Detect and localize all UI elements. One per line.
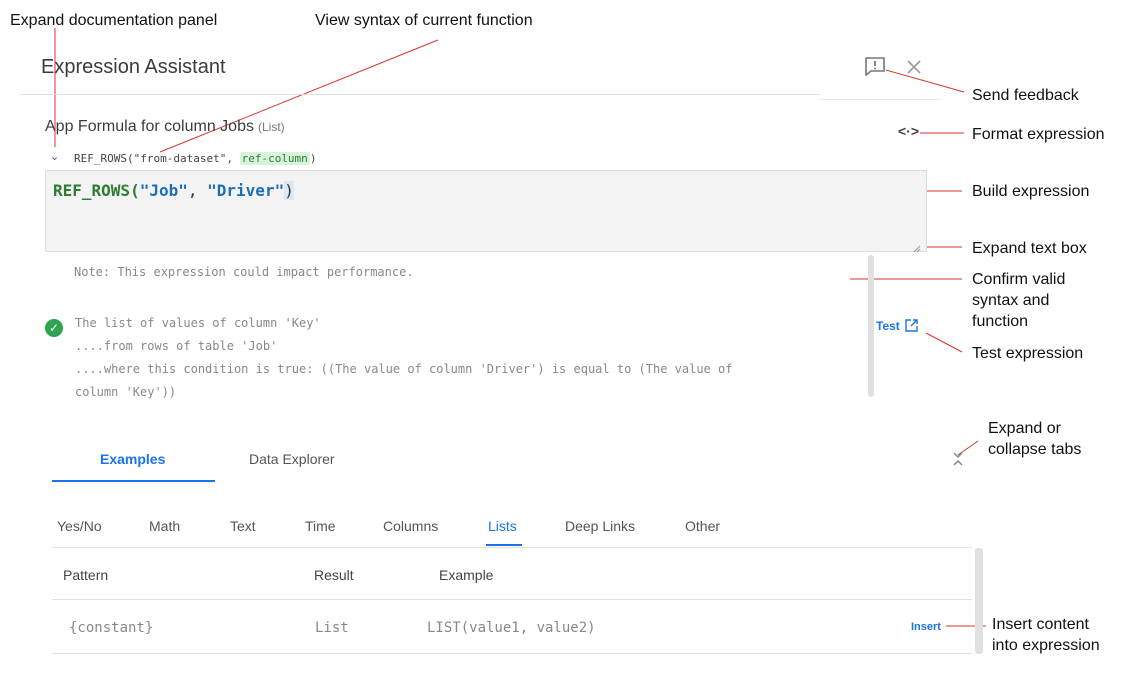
performance-note: Note: This expression could impact perfo… xyxy=(74,265,414,279)
desc-line: ....from rows of table 'Job' xyxy=(75,339,278,353)
callout-confirm-line2: syntax and xyxy=(972,292,1050,309)
open-in-new-icon xyxy=(905,319,918,332)
test-link[interactable]: Test xyxy=(876,319,918,333)
expr-function: REF_ROWS( xyxy=(53,181,140,200)
format-code-icon[interactable]: <·> xyxy=(898,123,919,139)
column-header-pattern: Pattern xyxy=(63,567,109,583)
expression-text[interactable]: REF_ROWS("Job", "Driver") xyxy=(53,181,294,200)
syntax-current-arg: ref-column xyxy=(239,152,310,165)
expression-description: The list of values of column 'Key' ....f… xyxy=(75,312,835,404)
function-syntax: REF_ROWS("from-dataset", ref-column) xyxy=(74,152,316,165)
callout-send-feedback: Send feedback xyxy=(972,87,1079,104)
expr-arg1: "Job" xyxy=(139,181,188,200)
callout-expand-text-box: Expand text box xyxy=(972,240,1087,257)
callout-insert-line1: Insert content xyxy=(992,616,1089,633)
insert-button[interactable]: Insert xyxy=(911,621,941,633)
formula-title-text: App Formula for column Jobs xyxy=(45,118,254,135)
leader-test xyxy=(925,332,963,353)
category-lists-indicator xyxy=(486,544,522,546)
callout-tabs-line1: Expand or xyxy=(988,420,1061,437)
callout-expand-docs: Expand documentation panel xyxy=(10,12,218,29)
cell-pattern: {constant} xyxy=(69,620,154,636)
callout-confirm-valid: Confirm valid syntax and function xyxy=(972,269,1065,332)
header-divider xyxy=(20,94,820,95)
callout-build-expression: Build expression xyxy=(972,183,1090,200)
column-header-example: Example xyxy=(439,567,494,583)
tab-examples-indicator xyxy=(52,480,215,482)
table-row-divider xyxy=(52,653,972,654)
category-time[interactable]: Time xyxy=(305,518,336,534)
examples-scrollbar[interactable] xyxy=(975,548,983,654)
syntax-prefix: REF_ROWS("from-dataset", xyxy=(74,152,240,165)
leader-send-feedback xyxy=(885,69,965,93)
tab-examples[interactable]: Examples xyxy=(100,451,165,467)
expr-separator: , xyxy=(187,181,208,200)
desc-line: column 'Key')) xyxy=(75,385,177,399)
expr-arg2: "Driver" xyxy=(207,181,285,200)
expand-docs-chevron-icon[interactable]: ⌄ xyxy=(50,150,59,163)
callout-insert-content: Insert content into expression xyxy=(992,614,1100,656)
desc-line: ....where this condition is true: ((The … xyxy=(75,362,733,376)
check-circle-icon: ✓ xyxy=(45,319,63,337)
close-icon[interactable] xyxy=(905,58,923,76)
dialog-title: Expression Assistant xyxy=(41,56,226,78)
category-text[interactable]: Text xyxy=(230,518,256,534)
callout-insert-line2: into expression xyxy=(992,637,1100,654)
category-math[interactable]: Math xyxy=(149,518,180,534)
callout-view-syntax: View syntax of current function xyxy=(315,12,533,29)
tab-data-explorer[interactable]: Data Explorer xyxy=(249,451,335,467)
test-label: Test xyxy=(876,319,900,333)
header-row-divider xyxy=(52,599,972,600)
category-columns[interactable]: Columns xyxy=(383,518,438,534)
column-header-result: Result xyxy=(314,567,354,583)
formula-title: App Formula for column Jobs (List) xyxy=(45,118,285,136)
callout-confirm-line3: function xyxy=(972,313,1029,330)
category-yes-no[interactable]: Yes/No xyxy=(57,518,102,534)
callout-tabs-line2: collapse tabs xyxy=(988,441,1082,458)
expr-close: ) xyxy=(284,181,294,200)
header-divider-right xyxy=(820,99,940,100)
desc-line: The list of values of column 'Key' xyxy=(75,316,321,330)
syntax-suffix: ) xyxy=(309,152,317,165)
callout-format-expression: Format expression xyxy=(972,126,1105,143)
resize-handle-icon[interactable] xyxy=(913,240,921,253)
validation-scrollbar[interactable] xyxy=(868,255,874,397)
chevron-icon[interactable] xyxy=(952,450,964,471)
category-other[interactable]: Other xyxy=(685,518,720,534)
cell-result: List xyxy=(315,620,349,636)
category-divider xyxy=(52,547,972,548)
callout-confirm-line1: Confirm valid xyxy=(972,271,1066,288)
callout-test-expression: Test expression xyxy=(972,345,1084,362)
category-lists[interactable]: Lists xyxy=(488,518,517,534)
feedback-icon[interactable] xyxy=(864,56,886,77)
category-deep-links[interactable]: Deep Links xyxy=(565,518,635,534)
formula-type-hint: (List) xyxy=(257,120,285,134)
callout-expand-tabs: Expand or collapse tabs xyxy=(988,418,1081,460)
cell-example: LIST(value1, value2) xyxy=(427,620,596,636)
